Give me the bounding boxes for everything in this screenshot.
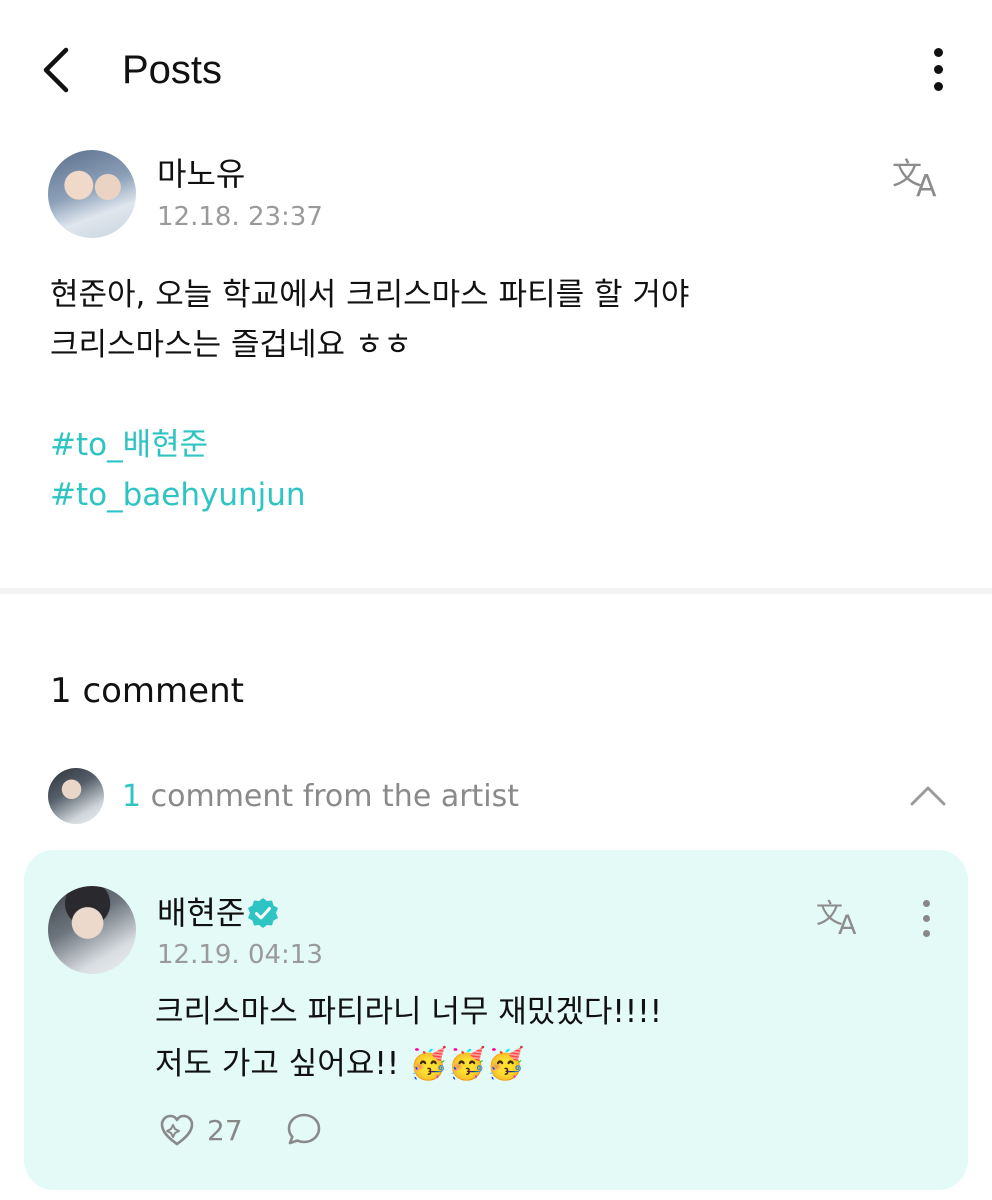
- hashtag-link[interactable]: #to_배현준: [50, 420, 208, 470]
- chevron-up-icon: [910, 786, 946, 806]
- translate-icon: 文 A: [816, 899, 857, 941]
- post-translate-button[interactable]: 文 A: [890, 152, 946, 204]
- comment-text-line: 저도 가고 싶어요!! 🥳🥳🥳: [155, 1046, 525, 1082]
- artist-avatar: [48, 768, 104, 824]
- verified-badge-icon: [246, 896, 280, 930]
- comment-author-avatar[interactable]: [48, 886, 136, 974]
- page-title: Posts: [122, 48, 223, 92]
- sparkle-heart-icon: [160, 1114, 194, 1146]
- artist-comment-label: comment from the artist: [141, 779, 520, 814]
- post-timestamp: 12.18. 23:37: [157, 202, 323, 232]
- chevron-left-icon: [43, 47, 69, 93]
- post-body-line: 크리스마스는 즐겁네요 ㅎㅎ: [50, 327, 412, 363]
- more-vertical-icon: [912, 900, 940, 937]
- post-body: 현준아, 오늘 학교에서 크리스마스 파티를 할 거야 크리스마스는 즐겁네요 …: [50, 270, 930, 370]
- comment-count: 1 comment: [50, 671, 244, 711]
- more-options-button[interactable]: [920, 44, 956, 96]
- comment-more-button[interactable]: [912, 896, 940, 942]
- artist-comment-count: 1: [122, 779, 142, 814]
- post-author-name[interactable]: 마노유: [157, 154, 245, 194]
- reply-button[interactable]: [284, 1110, 324, 1150]
- comment-timestamp: 12.19. 04:13: [157, 940, 323, 970]
- speech-bubble-icon: [287, 1113, 321, 1145]
- comment-translate-button[interactable]: 文 A: [814, 894, 866, 941]
- svg-text:A: A: [916, 169, 937, 202]
- like-button[interactable]: [157, 1110, 197, 1150]
- hashtag-link[interactable]: #to_baehyunjun: [50, 470, 306, 520]
- translate-icon: 文 A: [892, 157, 937, 204]
- like-count: 27: [207, 1114, 243, 1147]
- post-body-line: 현준아, 오늘 학교에서 크리스마스 파티를 할 거야: [50, 277, 690, 313]
- post-author-avatar[interactable]: [48, 150, 136, 238]
- section-divider: [0, 588, 992, 594]
- more-vertical-icon: [920, 48, 956, 91]
- comment-text-line: 크리스마스 파티라니 너무 재밌겠다!!!!: [155, 994, 663, 1030]
- collapse-button[interactable]: [906, 776, 950, 812]
- back-button[interactable]: [36, 42, 80, 98]
- svg-text:A: A: [838, 910, 857, 940]
- comment-author-name[interactable]: 배현준: [157, 892, 245, 934]
- artist-comments-toggle-label[interactable]: 1 comment from the artist: [122, 776, 519, 818]
